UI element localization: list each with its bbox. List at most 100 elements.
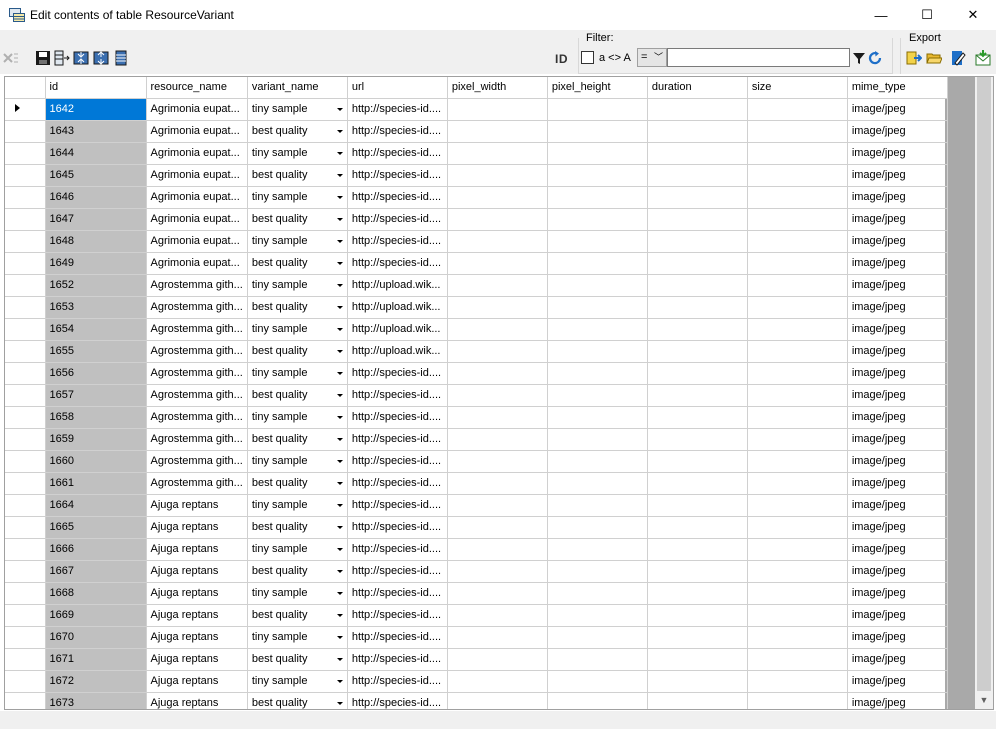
cell-duration[interactable] <box>647 582 748 605</box>
cell-resource-name[interactable]: Ajuga reptans <box>146 648 248 671</box>
row-header[interactable] <box>5 186 46 209</box>
cell-mime-type[interactable]: image/jpeg <box>847 494 948 517</box>
cell-id[interactable]: 1643 <box>45 120 147 143</box>
cell-id[interactable]: 1670 <box>45 626 147 649</box>
cell-duration[interactable] <box>647 296 748 319</box>
data-grid[interactable]: id resource_name variant_name url pixel_widt… <box>4 76 994 710</box>
cell-url[interactable]: http://species-id.... <box>347 648 448 671</box>
cell-mime-type[interactable]: image/jpeg <box>847 406 948 429</box>
cell-id[interactable]: 1658 <box>45 406 147 429</box>
cell-pixel-height[interactable] <box>547 208 648 231</box>
dropdown-arrow-icon[interactable] <box>336 437 343 441</box>
cell-resource-name[interactable]: Ajuga reptans <box>146 582 248 605</box>
cell-size[interactable] <box>747 296 848 319</box>
cell-id[interactable]: 1659 <box>45 428 147 451</box>
cell-variant-name[interactable]: tiny sample <box>247 538 348 561</box>
cell-url[interactable]: http://species-id.... <box>347 230 448 253</box>
column-header-pixel-height[interactable]: pixel_height <box>547 77 648 99</box>
vertical-scrollbar[interactable]: ▼ <box>975 77 993 709</box>
row-header[interactable] <box>5 538 46 561</box>
cell-size[interactable] <box>747 120 848 143</box>
maximize-button[interactable]: ☐ <box>904 0 950 30</box>
cell-id[interactable]: 1669 <box>45 604 147 627</box>
cell-resource-name[interactable]: Agrimonia eupat... <box>146 252 248 275</box>
cell-url[interactable]: http://species-id.... <box>347 538 448 561</box>
cell-resource-name[interactable]: Ajuga reptans <box>146 692 248 709</box>
cell-pixel-height[interactable] <box>547 560 648 583</box>
cell-pixel-width[interactable] <box>447 692 548 709</box>
cell-resource-name[interactable]: Ajuga reptans <box>146 494 248 517</box>
cell-resource-name[interactable]: Agrostemma gith... <box>146 274 248 297</box>
cell-pixel-height[interactable] <box>547 450 648 473</box>
cell-size[interactable] <box>747 98 848 121</box>
row-header[interactable] <box>5 120 46 143</box>
row-header[interactable] <box>5 692 46 709</box>
row-header[interactable] <box>5 604 46 627</box>
refresh-icon[interactable] <box>867 50 883 66</box>
cell-duration[interactable] <box>647 164 748 187</box>
cell-resource-name[interactable]: Agrimonia eupat... <box>146 208 248 231</box>
cell-pixel-height[interactable] <box>547 252 648 275</box>
column-header-variant-name[interactable]: variant_name <box>247 77 348 99</box>
corner-header[interactable] <box>5 77 46 99</box>
cell-url[interactable]: http://species-id.... <box>347 692 448 709</box>
cell-id[interactable]: 1666 <box>45 538 147 561</box>
dropdown-arrow-icon[interactable] <box>336 305 343 309</box>
table-row[interactable]: 1671 Ajuga reptans best quality http://spec… <box>5 648 948 671</box>
cell-pixel-width[interactable] <box>447 318 548 341</box>
cell-variant-name[interactable]: tiny sample <box>247 626 348 649</box>
table-row[interactable]: 1653 Agrostemma gith... best quality http:/… <box>5 296 948 319</box>
cell-id[interactable]: 1655 <box>45 340 147 363</box>
dropdown-arrow-icon[interactable] <box>336 701 343 705</box>
edit-document-icon[interactable] <box>950 50 966 66</box>
cell-id[interactable]: 1660 <box>45 450 147 473</box>
cell-mime-type[interactable]: image/jpeg <box>847 692 948 709</box>
cell-mime-type[interactable]: image/jpeg <box>847 604 948 627</box>
cell-id[interactable]: 1673 <box>45 692 147 709</box>
table-row[interactable]: 1665 Ajuga reptans best quality http://spec… <box>5 516 948 539</box>
cell-pixel-height[interactable] <box>547 362 648 385</box>
cell-duration[interactable] <box>647 428 748 451</box>
table-row[interactable]: 1656 Agrostemma gith... tiny sample http://… <box>5 362 948 385</box>
table-row[interactable]: 1660 Agrostemma gith... tiny sample http://… <box>5 450 948 473</box>
cell-id[interactable]: 1671 <box>45 648 147 671</box>
fit-columns-icon[interactable] <box>113 50 129 66</box>
cell-pixel-height[interactable] <box>547 472 648 495</box>
cell-id[interactable]: 1661 <box>45 472 147 495</box>
cell-duration[interactable] <box>647 142 748 165</box>
cell-url[interactable]: http://species-id.... <box>347 626 448 649</box>
cell-mime-type[interactable]: image/jpeg <box>847 384 948 407</box>
cell-url[interactable]: http://upload.wik... <box>347 340 448 363</box>
cell-pixel-height[interactable] <box>547 428 648 451</box>
dropdown-arrow-icon[interactable] <box>336 173 343 177</box>
cell-url[interactable]: http://species-id.... <box>347 670 448 693</box>
cell-pixel-height[interactable] <box>547 98 648 121</box>
cell-pixel-height[interactable] <box>547 120 648 143</box>
row-header[interactable] <box>5 208 46 231</box>
cell-variant-name[interactable]: tiny sample <box>247 406 348 429</box>
cell-pixel-height[interactable] <box>547 274 648 297</box>
cell-id[interactable]: 1644 <box>45 142 147 165</box>
row-header[interactable] <box>5 450 46 473</box>
table-row[interactable]: 1661 Agrostemma gith... best quality http:/… <box>5 472 948 495</box>
dropdown-arrow-icon[interactable] <box>336 525 343 529</box>
dropdown-arrow-icon[interactable] <box>336 679 343 683</box>
column-header-url[interactable]: url <box>347 77 448 99</box>
table-row[interactable]: 1672 Ajuga reptans tiny sample http://speci… <box>5 670 948 693</box>
cell-size[interactable] <box>747 670 848 693</box>
cell-pixel-width[interactable] <box>447 186 548 209</box>
column-header-id[interactable]: id <box>45 77 147 99</box>
export-file-icon[interactable] <box>906 50 922 66</box>
cell-pixel-width[interactable] <box>447 626 548 649</box>
cell-url[interactable]: http://upload.wik... <box>347 274 448 297</box>
cell-pixel-height[interactable] <box>547 604 648 627</box>
cell-variant-name[interactable]: best quality <box>247 252 348 275</box>
cell-id[interactable]: 1645 <box>45 164 147 187</box>
table-row[interactable]: 1642 Agrimonia eupat... tiny sample http://… <box>5 98 948 121</box>
cell-id[interactable]: 1646 <box>45 186 147 209</box>
cell-duration[interactable] <box>647 384 748 407</box>
cell-pixel-width[interactable] <box>447 560 548 583</box>
dropdown-arrow-icon[interactable] <box>336 327 343 331</box>
dropdown-arrow-icon[interactable] <box>336 481 343 485</box>
table-row[interactable]: 1670 Ajuga reptans tiny sample http://speci… <box>5 626 948 649</box>
